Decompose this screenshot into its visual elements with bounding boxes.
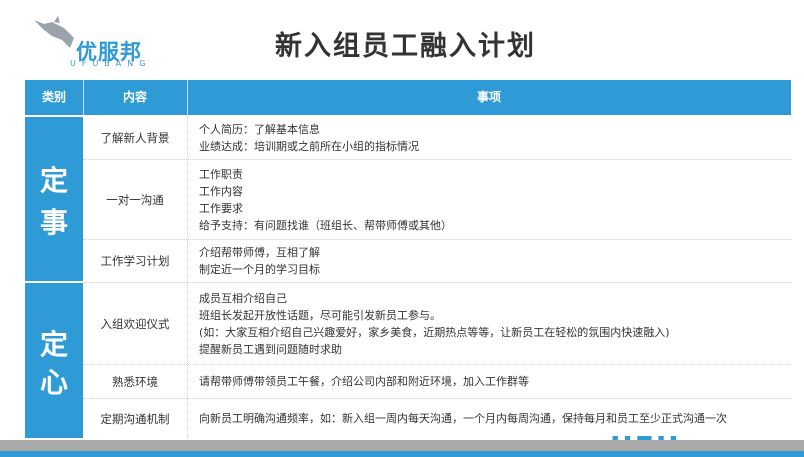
row-items: 个人简历：了解基本信息 业绩达成：培训期或之前所在小组的指标情况 xyxy=(199,117,419,159)
row-items: 成员互相介绍自己 班组长发起开放性话题，尽可能引发新员工参与。 (如：大家互相介… xyxy=(199,283,670,364)
row-items: 介绍帮带师傅，互相了解 制定近一个月的学习目标 xyxy=(199,240,320,282)
column-header-category: 类别 xyxy=(41,90,66,104)
item-line: 工作要求 xyxy=(199,201,243,215)
table-row: 一对一沟通 工作职责 工作内容 工作要求 给予支持：有问题找谁（班组长、帮带师傅… xyxy=(83,160,791,240)
category-block: 定 事 xyxy=(25,117,83,281)
item-line: 成员互相介绍自己 xyxy=(199,291,287,305)
item-line: 班组长发起开放性话题，尽可能引发新员工参与。 xyxy=(199,308,441,322)
item-line: 给予支持：有问题找谁（班组长、帮带师傅或其他） xyxy=(199,218,452,232)
item-line: 个人简历：了解基本信息 xyxy=(199,123,320,136)
row-content: 入组欢迎仪式 xyxy=(83,283,188,364)
item-line: 工作内容 xyxy=(199,184,243,198)
row-content: 定期沟通机制 xyxy=(83,399,188,438)
table-row: 熟悉环境 请帮带师傅带领员工午餐，介绍公司内部和附近环境，加入工作群等 xyxy=(83,365,791,399)
table-header: 类别 内容 事项 xyxy=(25,80,791,115)
category-char: 心 xyxy=(39,366,68,399)
item-line: 工作职责 xyxy=(199,167,243,181)
row-content: 了解新人背景 xyxy=(83,117,188,159)
table-row: 入组欢迎仪式 成员互相介绍自己 班组长发起开放性话题，尽可能引发新员工参与。 (… xyxy=(83,283,791,365)
item-line: (如：大家互相介绍自己兴趣爱好，家乡美食，近期热点等等，让新员工在轻松的氛围内快… xyxy=(199,325,670,339)
item-line: 向新员工明确沟通频率，如：新入组一周内每天沟通，一个月内每周沟通，保持每月和员工… xyxy=(199,412,727,425)
category-char: 定 xyxy=(39,328,68,361)
table-row: 了解新人背景 个人简历：了解基本信息 业绩达成：培训期或之前所在小组的指标情况 xyxy=(83,117,791,160)
row-items: 请帮带师傅带领员工午餐，介绍公司内部和附近环境，加入工作群等 xyxy=(199,365,529,398)
item-line: 业绩达成：培训期或之前所在小组的指标情况 xyxy=(199,140,419,153)
footer-accent-bar xyxy=(0,451,804,457)
table-row: 工作学习计划 介绍帮带师傅，互相了解 制定近一个月的学习目标 xyxy=(83,240,791,283)
page-title: 新入组员工融入计划 xyxy=(275,31,536,62)
slide: 优服邦 UFUBANG 新入组员工融入计划 类别 内容 事项 定 事 定 心 了… xyxy=(0,0,804,457)
footer-bar xyxy=(0,440,804,451)
category-char: 事 xyxy=(39,206,68,239)
category-char: 定 xyxy=(39,164,68,197)
logo-subtext: UFUBANG xyxy=(70,59,152,68)
row-content: 工作学习计划 xyxy=(83,240,188,282)
item-line: 请帮带师傅带领员工午餐，介绍公司内部和附近环境，加入工作群等 xyxy=(199,375,529,388)
logo: 优服邦 UFUBANG xyxy=(30,14,160,72)
column-header-content: 内容 xyxy=(122,90,147,104)
row-items: 工作职责 工作内容 工作要求 给予支持：有问题找谁（班组长、帮带师傅或其他） xyxy=(199,160,452,239)
item-line: 介绍帮带师傅，互相了解 xyxy=(199,246,320,259)
row-content: 熟悉环境 xyxy=(83,365,188,398)
category-block: 定 心 xyxy=(25,283,83,438)
table-row: 定期沟通机制 向新员工明确沟通频率，如：新入组一周内每天沟通，一个月内每周沟通，… xyxy=(83,399,791,438)
item-line: 提醒新员工遇到问题随时求助 xyxy=(199,342,342,356)
item-line: 制定近一个月的学习目标 xyxy=(199,263,320,276)
column-header-items: 事项 xyxy=(476,90,501,104)
plan-table: 类别 内容 事项 定 事 定 心 了解新人背景 个人简历：了解基本信息 业绩达成… xyxy=(25,80,791,438)
row-content: 一对一沟通 xyxy=(83,160,188,239)
